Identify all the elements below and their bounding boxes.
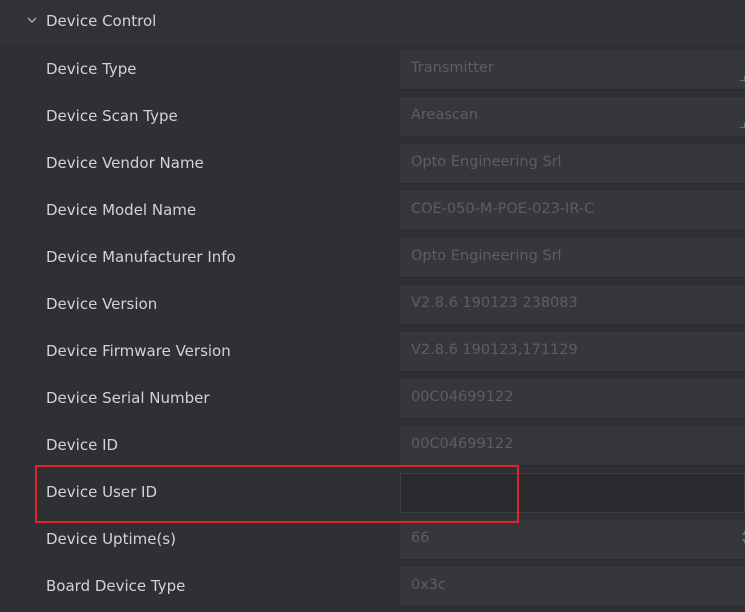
property-row-board-device-type: Board Device Type 0x3c bbox=[0, 565, 745, 612]
property-value: COE-050-M-POE-023-IR-C bbox=[411, 201, 595, 217]
section-header-device-control[interactable]: Device Control bbox=[0, 0, 745, 44]
property-label: Device Firmware Version bbox=[46, 342, 231, 360]
device-serial-number-field: 00C04699122 bbox=[400, 379, 745, 419]
chevron-down-icon[interactable] bbox=[26, 14, 38, 26]
property-row-device-user-id: Device User ID bbox=[0, 471, 745, 518]
device-id-field: 00C04699122 bbox=[400, 426, 745, 466]
device-scan-type-combobox[interactable]: Areascan bbox=[400, 97, 745, 137]
device-user-id-input[interactable] bbox=[400, 473, 745, 513]
device-model-name-field: COE-050-M-POE-023-IR-C bbox=[400, 191, 745, 231]
property-value: 66 bbox=[411, 530, 430, 546]
property-row-device-scan-type: Device Scan Type Areascan bbox=[0, 95, 745, 142]
property-value: Opto Engineering Srl bbox=[411, 248, 562, 264]
property-value: 00C04699122 bbox=[411, 389, 514, 405]
property-value: 00C04699122 bbox=[411, 436, 514, 452]
property-row-device-firmware-version: Device Firmware Version V2.8.6 190123,17… bbox=[0, 330, 745, 377]
device-manufacturer-info-field: Opto Engineering Srl bbox=[400, 238, 745, 278]
property-value: Transmitter bbox=[411, 60, 494, 76]
property-label: Device Model Name bbox=[46, 201, 197, 219]
dropdown-arrow-icon[interactable] bbox=[740, 123, 745, 128]
device-type-combobox[interactable]: Transmitter bbox=[400, 50, 745, 90]
property-row-device-manufacturer-info: Device Manufacturer Info Opto Engineerin… bbox=[0, 236, 745, 283]
device-vendor-name-field: Opto Engineering Srl bbox=[400, 144, 745, 184]
property-label: Device Serial Number bbox=[46, 389, 210, 407]
board-device-type-field: 0x3c bbox=[400, 567, 745, 607]
property-label: Device Scan Type bbox=[46, 107, 178, 125]
spin-arrows-icon[interactable] bbox=[740, 530, 745, 548]
property-label: Device Version bbox=[46, 295, 158, 313]
property-row-device-id: Device ID 00C04699122 bbox=[0, 424, 745, 471]
property-label: Device Uptime(s) bbox=[46, 530, 176, 548]
property-row-device-model-name: Device Model Name COE-050-M-POE-023-IR-C bbox=[0, 189, 745, 236]
property-row-device-uptime: Device Uptime(s) 66 bbox=[0, 518, 745, 565]
device-firmware-version-field: V2.8.6 190123,171129 bbox=[400, 332, 745, 372]
property-label: Device Type bbox=[46, 60, 137, 78]
property-label: Device ID bbox=[46, 436, 119, 454]
property-label: Device Vendor Name bbox=[46, 154, 204, 172]
property-value: 0x3c bbox=[411, 577, 447, 593]
property-row-device-version: Device Version V2.8.6 190123 238083 bbox=[0, 283, 745, 330]
property-label: Board Device Type bbox=[46, 577, 186, 595]
property-value: V2.8.6 190123,171129 bbox=[411, 342, 578, 358]
property-value: Opto Engineering Srl bbox=[411, 154, 562, 170]
property-value: V2.8.6 190123 238083 bbox=[411, 295, 578, 311]
property-row-device-vendor-name: Device Vendor Name Opto Engineering Srl bbox=[0, 142, 745, 189]
property-row-device-serial-number: Device Serial Number 00C04699122 bbox=[0, 377, 745, 424]
property-label: Device Manufacturer Info bbox=[46, 248, 236, 266]
device-uptime-spinbox[interactable]: 66 bbox=[400, 520, 745, 560]
dropdown-arrow-icon[interactable] bbox=[740, 76, 745, 81]
section-title: Device Control bbox=[46, 12, 157, 30]
property-label: Device User ID bbox=[46, 483, 157, 501]
properties-panel: Device Control Device Type Transmitter D… bbox=[0, 0, 745, 608]
property-row-device-type: Device Type Transmitter bbox=[0, 48, 745, 95]
property-value: Areascan bbox=[411, 107, 478, 123]
device-version-field: V2.8.6 190123 238083 bbox=[400, 285, 745, 325]
